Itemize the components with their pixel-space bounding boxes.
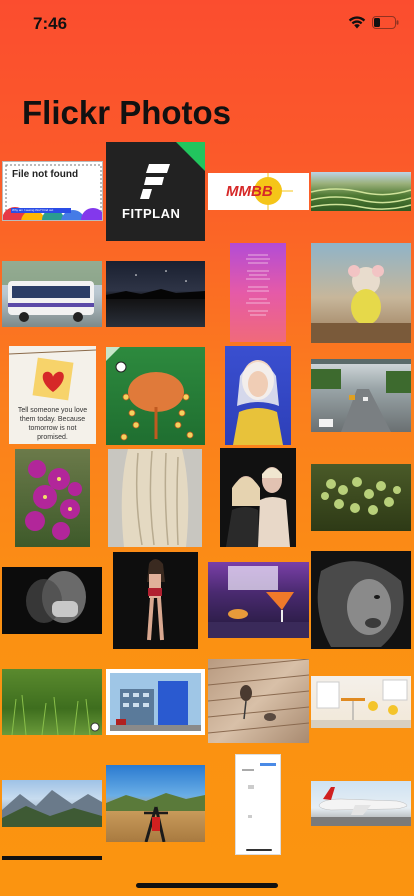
- file-not-found-subtext: Why am I seeing this? Find out: [12, 208, 54, 212]
- cocktail-art: [208, 566, 309, 638]
- photo-phone-screenshot[interactable]: [235, 754, 281, 855]
- photo-grid: File not found Why am I seeing this? Fin…: [0, 0, 414, 896]
- photo-bike-desert[interactable]: [106, 765, 205, 842]
- photo-figure-model[interactable]: [113, 552, 198, 649]
- figure-model-art: [147, 559, 165, 641]
- photo-cocktail[interactable]: [208, 562, 309, 638]
- couple-portrait-art: [226, 467, 290, 547]
- photo-airplane[interactable]: [311, 781, 411, 826]
- photo-mask-portrait[interactable]: [2, 567, 102, 634]
- bus-art: [2, 261, 102, 322]
- file-not-found-text: File not found: [12, 169, 79, 180]
- woman-headscarf-art: [233, 360, 283, 445]
- building-art: [110, 673, 201, 731]
- photo-night-lake[interactable]: [106, 261, 205, 327]
- photo-heart-note[interactable]: Tell someone you love them today. Becaus…: [9, 346, 96, 444]
- cafe-room-art: [311, 679, 411, 728]
- photo-purple-flowers[interactable]: [15, 449, 90, 547]
- purple-flowers-art: [25, 460, 82, 540]
- photo-building[interactable]: [106, 669, 205, 735]
- photo-pink-poem[interactable]: [230, 243, 286, 342]
- photo-wood-bird[interactable]: [208, 659, 309, 743]
- heart-note-text: Tell someone you love them today. Becaus…: [17, 407, 88, 441]
- mountains-art: [2, 790, 102, 827]
- photo-woman-headscarf[interactable]: [225, 346, 291, 445]
- photo-bus[interactable]: [2, 261, 102, 327]
- night-lake-art: [106, 270, 205, 299]
- photo-partial[interactable]: [2, 856, 102, 860]
- photo-grass[interactable]: [2, 669, 102, 735]
- bike-desert-art: [106, 793, 205, 842]
- green-berries-art: [321, 477, 401, 515]
- photo-file-not-found[interactable]: File not found Why am I seeing this? Fin…: [2, 161, 103, 221]
- photo-cafe-room[interactable]: [311, 676, 411, 728]
- wood-bird-art: [208, 659, 309, 734]
- teddy-mouse-art: [311, 265, 411, 343]
- photo-flower-art[interactable]: [106, 347, 205, 445]
- mmbb-text: MMBB: [226, 183, 273, 200]
- pink-poem-art: [246, 254, 270, 316]
- photo-mountains[interactable]: [2, 780, 102, 827]
- home-indicator[interactable]: [136, 883, 278, 888]
- lion-art: [317, 561, 404, 647]
- flower-art-art: [106, 347, 194, 441]
- photo-lion[interactable]: [311, 551, 411, 649]
- blonde-hair-art: [121, 449, 189, 547]
- phone-screenshot-art: [242, 763, 276, 851]
- photo-green-berries[interactable]: [311, 464, 411, 531]
- photo-mmbb[interactable]: MMBB: [208, 173, 309, 210]
- photo-rice-terraces[interactable]: [311, 172, 411, 211]
- terraces-art: [311, 188, 411, 210]
- photo-blonde-hair[interactable]: [108, 449, 202, 547]
- photo-fitplan[interactable]: FITPLAN: [106, 142, 205, 241]
- photo-highway[interactable]: [311, 359, 411, 432]
- grass-art: [11, 694, 100, 735]
- fitplan-logo: [140, 142, 205, 199]
- fitplan-text: FITPLAN: [122, 206, 181, 221]
- mask-portrait-art: [26, 571, 86, 623]
- highway-art: [311, 359, 411, 432]
- airplane-art: [311, 787, 411, 826]
- photo-couple-portrait[interactable]: [220, 448, 296, 547]
- photo-teddy-mouse[interactable]: [311, 243, 411, 343]
